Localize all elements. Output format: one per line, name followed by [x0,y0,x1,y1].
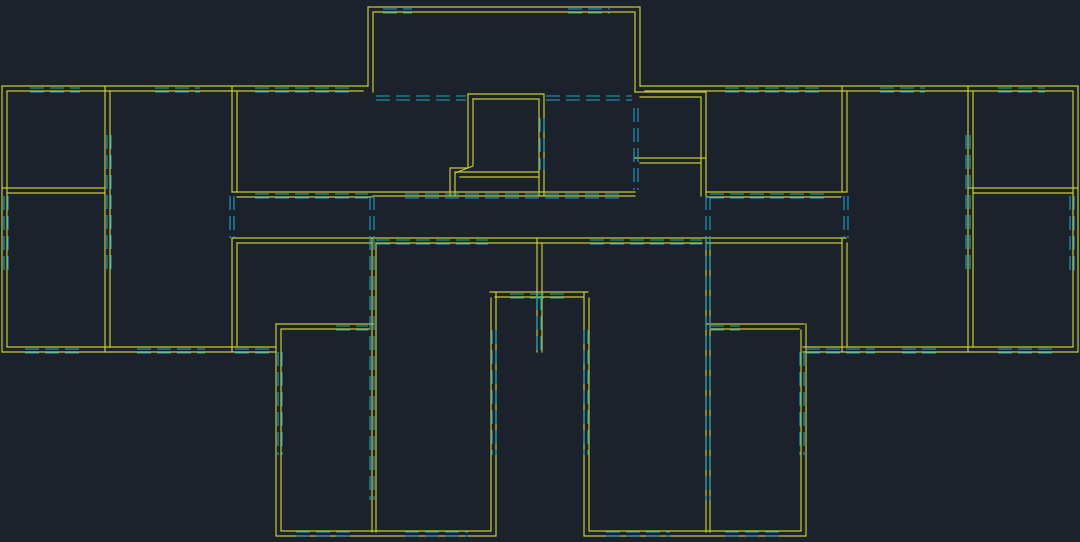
floor-plan-drawing [1,6,1079,537]
wall-line [634,91,707,197]
wall-line [280,297,492,532]
wall-line [639,96,702,197]
wall-layer [1,6,1079,537]
wall-line [454,98,474,197]
wall-line [588,297,802,532]
wall-line [6,90,364,348]
wall-line [472,98,540,197]
wall-line [449,93,469,197]
wall-line [367,6,641,87]
wall-line [644,90,1074,348]
wall-line [372,11,636,93]
wall-line [1,85,369,353]
opening-layer [3,8,1075,537]
cad-viewport[interactable] [0,0,1080,542]
wall-line [467,93,545,197]
